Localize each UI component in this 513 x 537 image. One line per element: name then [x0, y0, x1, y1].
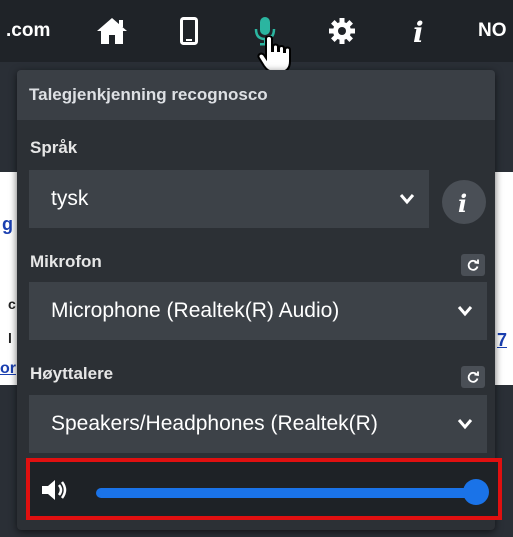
speakers-value: Speakers/Headphones (Realtek(R) — [51, 412, 378, 435]
language-value: tysk — [51, 187, 89, 210]
page-text-fragment: c — [8, 296, 16, 312]
chevron-down-icon — [399, 187, 415, 211]
language-info-button[interactable]: i — [442, 180, 486, 224]
info-icon: i — [458, 189, 467, 216]
speakers-label: Høyttalere — [30, 364, 114, 383]
volume-control — [26, 458, 502, 520]
language-label: Språk — [30, 138, 78, 157]
popup-title: Talegjenkjenning recognosco — [17, 70, 495, 120]
refresh-icon — [467, 259, 479, 271]
page-link-fragment[interactable]: 7 — [497, 330, 507, 351]
language-code-text[interactable]: NO — [478, 20, 507, 42]
microphone-select[interactable]: Microphone (Realtek(R) Audio) — [29, 282, 487, 340]
volume-slider-thumb[interactable] — [463, 479, 489, 505]
info-icon[interactable]: i — [408, 14, 430, 48]
svg-text:i: i — [413, 16, 424, 46]
microphone-value: Microphone (Realtek(R) Audio) — [51, 299, 340, 322]
chevron-down-icon — [457, 299, 473, 323]
speaker-volume-icon[interactable] — [40, 478, 70, 507]
microphone-label: Mikrofon — [30, 252, 102, 271]
volume-slider-track[interactable] — [96, 488, 476, 498]
speakers-refresh-button[interactable] — [461, 366, 485, 388]
domain-text: .com — [6, 20, 51, 41]
home-icon[interactable] — [94, 14, 130, 48]
gear-icon[interactable] — [326, 14, 358, 48]
language-select[interactable]: tysk — [29, 170, 429, 228]
refresh-icon — [467, 371, 479, 383]
page-link-fragment[interactable]: or — [0, 360, 16, 378]
chevron-down-icon — [457, 412, 473, 436]
page-link-fragment[interactable]: g — [2, 214, 13, 235]
svg-text:i: i — [458, 189, 467, 216]
page-text-fragment: l — [8, 330, 12, 346]
microphone-refresh-button[interactable] — [461, 254, 485, 276]
mobile-icon[interactable] — [177, 14, 201, 48]
speakers-select[interactable]: Speakers/Headphones (Realtek(R) — [29, 395, 487, 453]
